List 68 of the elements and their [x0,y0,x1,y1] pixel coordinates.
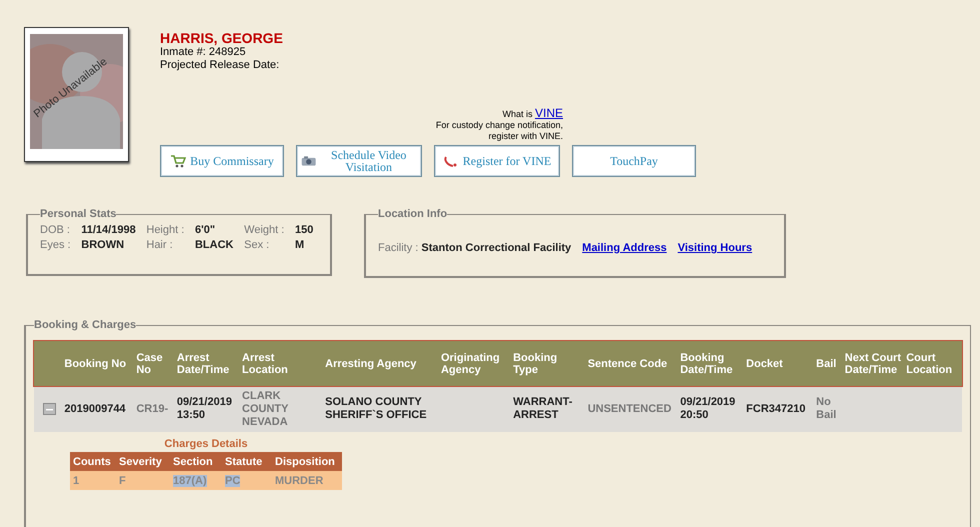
table-cell: WARRANT-ARREST [513,396,572,421]
table-cell: No Bail [816,396,836,421]
column-header: Arrest Date/Time [174,341,240,386]
vine-prompt: What is [502,109,534,119]
table-cell: FCR347210 [746,402,806,414]
table-cell: CLARK COUNTY NEVADA [242,390,288,428]
action-button[interactable]: Buy Commissary [160,145,284,177]
column-header: Bail [814,341,843,386]
field-label: Facility : [378,242,418,254]
collapse-button[interactable] [43,403,56,415]
info-link[interactable]: Mailing Address [582,242,667,254]
field-value: 6'0" [194,224,216,236]
vine-note: register with VINE. [488,131,563,142]
panel-title: Booking & Charges [34,319,136,331]
column-header: Statute [225,456,264,468]
table-cell: 09/21/2019 20:50 [680,396,736,421]
table-cell: 2019009744 [64,402,126,414]
field-label: Hair : [146,239,174,251]
vine-link[interactable]: VINE [534,106,563,120]
column-header: Booking Type [511,341,586,386]
field-value: 150 [294,224,314,236]
field-value: BROWN [81,239,126,251]
field-label: DOB : [40,224,71,236]
vine-note: For custody change notification, [436,120,563,131]
column-header: Section [173,456,214,468]
info-link[interactable]: Visiting Hours [678,242,752,254]
phone-icon [442,154,459,168]
facility-name: Stanton Correctional Facility [421,242,572,254]
column-header: Arresting Agency [323,341,439,386]
table-cell: 09/21/2019 13:50 [176,396,232,421]
camera-icon [301,154,316,168]
inmate-number: Inmate #: 248925 [160,46,247,59]
column-header: Arrest Location [240,341,324,386]
field-value: M [294,239,306,251]
field-label: Height : [146,224,186,236]
column-header: Next Court Date/Time [842,341,904,386]
table-cell: 187(A) [173,474,207,486]
field-label: Eyes : [40,239,72,251]
inmate-name: HARRIS, GEORGE [160,30,284,46]
charges-title: Charges Details [164,438,248,450]
table-cell: MURDER [275,474,324,486]
action-button[interactable]: Register for VINE [434,145,560,177]
table-cell: 1 [73,474,80,486]
column-header: Severity [119,456,163,468]
panel-title: Location Info [378,208,448,220]
panel-title: Personal Stats [40,208,116,220]
action-button[interactable]: TouchPay [572,145,696,177]
column-header: Case No [134,341,175,386]
column-header: Court Location [904,341,962,386]
cart-icon [170,154,186,168]
table-cell: UNSENTENCED [588,402,672,414]
column-header: Disposition [275,456,336,468]
table-cell: F [119,474,126,486]
release-date-label: Projected Release Date: [160,59,280,72]
action-button[interactable]: Schedule Video Visitation [296,145,422,177]
column-header: Counts [73,456,112,468]
column-header: Sentence Code [586,341,678,386]
table-cell: CR19- [136,402,168,414]
field-value: BLACK [194,239,234,251]
table-cell: SOLANO COUNTY SHERIFF`S OFFICE [325,396,427,421]
field-value: 11/14/1998 [81,224,137,236]
column-header: Booking Date/Time [678,341,744,386]
column-header: Booking No [62,341,134,386]
field-label: Sex : [244,239,270,251]
field-label: Weight : [244,224,286,236]
column-header: Docket [744,341,814,386]
table-cell: PC [225,474,240,486]
column-header: Originating Agency [438,341,512,386]
